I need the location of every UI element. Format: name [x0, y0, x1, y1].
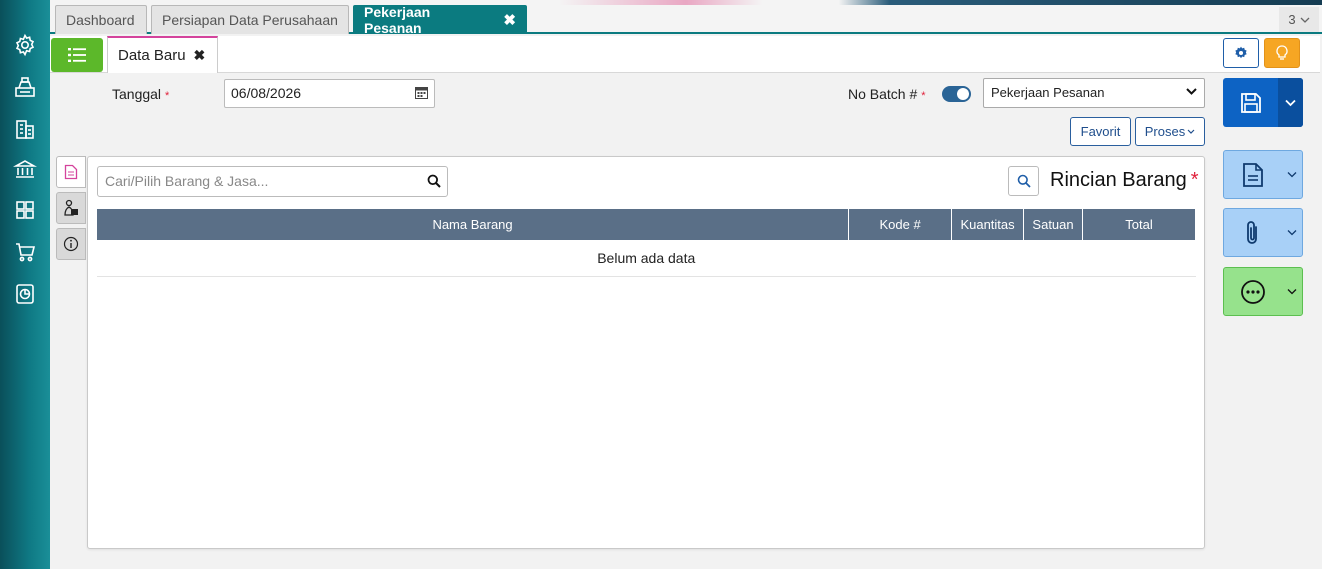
favorit-button[interactable]: Favorit — [1070, 117, 1131, 146]
left-sidebar — [0, 0, 50, 569]
tab-data-baru[interactable]: Data Baru ✖ — [107, 36, 218, 73]
calendar-icon[interactable] — [415, 86, 428, 99]
proses-label: Proses — [1144, 124, 1186, 139]
tab-persiapan-data-perusahaan[interactable]: Persiapan Data Perusahaan — [151, 5, 349, 34]
tab-dashboard[interactable]: Dashboard — [55, 5, 147, 34]
column-header[interactable]: Kuantitas — [951, 209, 1025, 240]
column-header[interactable]: Kode # — [848, 209, 953, 240]
panel-title: Rincian Barang * — [1050, 169, 1199, 192]
tab-label: Persiapan Data Perusahaan — [162, 12, 338, 28]
save-icon — [1240, 92, 1261, 113]
file-icon — [1243, 162, 1263, 187]
proses-button[interactable]: Proses — [1135, 117, 1205, 146]
tab-count-dropdown[interactable]: 3 — [1279, 7, 1319, 32]
chevron-down-icon — [1300, 17, 1310, 23]
search-placeholder: Cari/Pilih Barang & Jasa... — [105, 173, 269, 189]
more-actions-button[interactable] — [1223, 267, 1303, 316]
paperclip-icon — [1247, 220, 1257, 244]
required-mark: * — [1190, 169, 1199, 191]
transaction-type-select[interactable]: Pekerjaan Pesanan — [983, 78, 1205, 108]
close-icon[interactable]: ✖ — [194, 47, 206, 64]
column-header[interactable]: Satuan — [1023, 209, 1084, 240]
chevron-down-icon — [1287, 230, 1297, 236]
table-row: Belum ada data — [97, 240, 1196, 277]
chevron-down-icon — [1285, 99, 1296, 106]
tab-label: Pekerjaan Pesanan — [364, 4, 431, 36]
items-table: Nama Barang Kode # Kuantitas Satuan Tota… — [97, 209, 1196, 277]
cart-icon[interactable] — [12, 239, 38, 265]
window-tabbar: Dashboard Persiapan Data Perusahaan Peke… — [50, 4, 1322, 36]
document-actions-button[interactable] — [1223, 150, 1303, 199]
report-icon[interactable] — [12, 281, 38, 307]
no-batch-label-text: No Batch # — [848, 86, 918, 102]
search-icon[interactable] — [427, 174, 441, 188]
money-bag-icon — [64, 199, 78, 216]
panel-title-text: Rincian Barang — [1050, 169, 1187, 191]
list-menu-button[interactable] — [51, 38, 103, 72]
no-batch-label: No Batch # * — [848, 86, 926, 102]
lightbulb-icon — [1276, 45, 1288, 60]
favorit-label: Favorit — [1080, 124, 1121, 139]
attachment-button[interactable] — [1223, 208, 1303, 257]
required-mark: * — [921, 90, 926, 102]
chevron-down-icon — [1187, 129, 1195, 134]
save-button[interactable] — [1223, 78, 1303, 127]
list-icon — [68, 48, 86, 62]
tab-pekerjaan-pesanan[interactable]: Pekerjaan Pesanan ✖ — [353, 4, 527, 36]
chevron-down-icon — [1186, 88, 1197, 95]
select-value: Pekerjaan Pesanan — [991, 85, 1105, 100]
save-dropdown[interactable] — [1278, 78, 1303, 127]
item-lookup-button[interactable] — [1008, 166, 1039, 196]
cash-register-icon[interactable] — [12, 74, 38, 100]
no-batch-toggle[interactable] — [942, 86, 971, 102]
side-tab-info[interactable] — [56, 228, 86, 260]
tanggal-date-input[interactable]: 06/08/2026 — [224, 79, 435, 108]
bank-icon[interactable] — [12, 156, 38, 182]
empty-message: Belum ada data — [97, 240, 1196, 277]
required-mark: * — [165, 90, 170, 102]
gear-icon[interactable] — [12, 32, 38, 58]
item-search-input[interactable]: Cari/Pilih Barang & Jasa... — [97, 166, 448, 197]
close-icon[interactable]: ✖ — [503, 11, 516, 29]
more-icon — [1241, 279, 1265, 304]
gear-icon — [1235, 46, 1247, 59]
info-icon — [63, 236, 79, 252]
tab-label: Dashboard — [66, 12, 135, 28]
rincian-barang-panel: Cari/Pilih Barang & Jasa... Rincian Bara… — [87, 156, 1205, 549]
settings-button[interactable] — [1223, 38, 1259, 68]
building-icon[interactable] — [12, 116, 38, 142]
chevron-down-icon — [1287, 289, 1297, 295]
save-main[interactable] — [1223, 78, 1278, 127]
tanggal-label: Tanggal * — [112, 86, 169, 102]
hint-button[interactable] — [1264, 38, 1300, 68]
sub-tabbar: Data Baru ✖ — [50, 36, 1320, 73]
side-tab-costs[interactable] — [56, 192, 86, 224]
main-area: Data Baru ✖ Tanggal * 06/08/2026 No Batch… — [50, 36, 1320, 569]
search-icon — [1017, 174, 1031, 188]
document-icon — [64, 164, 78, 180]
tanggal-value: 06/08/2026 — [231, 85, 302, 101]
inventory-icon[interactable] — [12, 197, 38, 223]
tab-count-value: 3 — [1288, 12, 1296, 27]
side-tab-items[interactable] — [56, 156, 86, 188]
table-header-row: Nama Barang Kode # Kuantitas Satuan Tota… — [97, 209, 1196, 240]
sub-tab-label: Data Baru — [118, 47, 186, 64]
column-header[interactable]: Nama Barang — [97, 209, 850, 240]
column-header[interactable]: Total — [1082, 209, 1196, 240]
tanggal-label-text: Tanggal — [112, 86, 162, 102]
chevron-down-icon — [1287, 172, 1297, 178]
